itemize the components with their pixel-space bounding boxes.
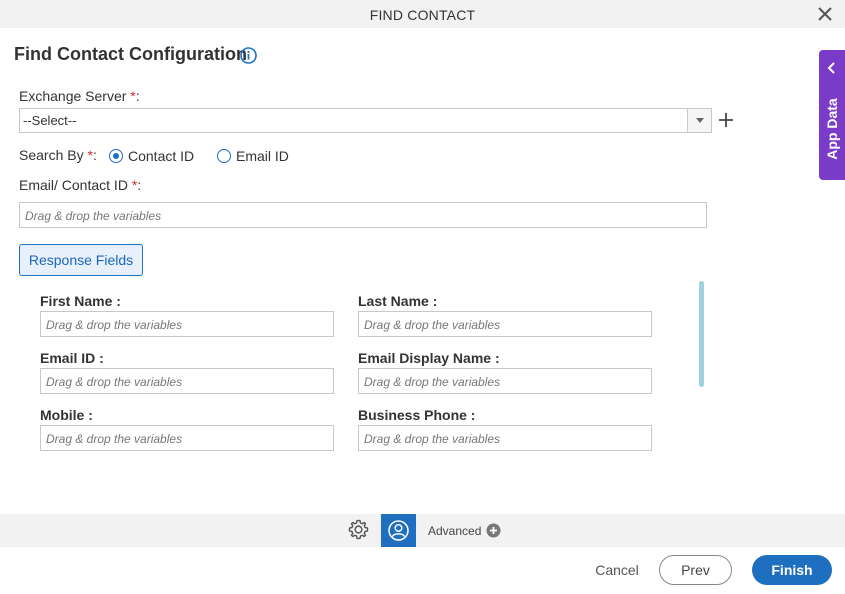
gear-icon[interactable] xyxy=(347,518,370,541)
first-name-field[interactable]: Drag & drop the variables xyxy=(40,311,334,337)
chevron-down-icon[interactable] xyxy=(687,109,711,132)
radio-contact-id[interactable]: Contact ID xyxy=(109,148,194,164)
radio-label: Email ID xyxy=(236,148,289,164)
app-data-label: App Data xyxy=(824,98,840,160)
response-fields-button[interactable]: Response Fields xyxy=(19,244,143,276)
mobile-label: Mobile : xyxy=(40,407,93,423)
exchange-server-select[interactable]: --Select-- xyxy=(19,108,712,133)
mobile-field[interactable]: Drag & drop the variables xyxy=(40,425,334,451)
exchange-server-value: --Select-- xyxy=(23,113,77,128)
last-name-field[interactable]: Drag & drop the variables xyxy=(358,311,652,337)
email-display-name-field[interactable]: Drag & drop the variables xyxy=(358,368,652,394)
plus-circle-icon[interactable] xyxy=(486,523,501,538)
window-title: FIND CONTACT xyxy=(369,7,476,23)
radio-circle[interactable] xyxy=(109,149,123,163)
email-contact-id-field[interactable]: Drag & drop the variables xyxy=(19,202,707,228)
prev-button[interactable]: Prev xyxy=(659,555,732,585)
exchange-server-label: Exchange Server *: xyxy=(19,88,140,104)
bottom-toolbar xyxy=(0,514,845,547)
business-phone-field[interactable]: Drag & drop the variables xyxy=(358,425,652,451)
first-name-label: First Name : xyxy=(40,293,121,309)
user-icon xyxy=(388,520,409,541)
info-icon[interactable] xyxy=(240,47,257,64)
user-settings-button[interactable] xyxy=(381,514,416,547)
title-bar: FIND CONTACT xyxy=(0,0,845,28)
email-id-label: Email ID : xyxy=(40,350,104,366)
finish-button[interactable]: Finish xyxy=(752,555,832,585)
chevron-left-icon xyxy=(827,62,835,74)
email-display-name-label: Email Display Name : xyxy=(358,350,500,366)
email-id-field[interactable]: Drag & drop the variables xyxy=(40,368,334,394)
advanced-label[interactable]: Advanced xyxy=(428,524,481,538)
cancel-button[interactable]: Cancel xyxy=(587,562,647,578)
radio-circle[interactable] xyxy=(217,149,231,163)
radio-label: Contact ID xyxy=(128,148,195,164)
close-icon[interactable] xyxy=(817,6,833,22)
app-data-tab[interactable]: App Data xyxy=(819,50,845,180)
email-contact-id-label: Email/ Contact ID *: xyxy=(19,177,142,193)
page-title: Find Contact Configuration xyxy=(14,44,247,64)
plus-icon[interactable] xyxy=(717,111,735,129)
last-name-label: Last Name : xyxy=(358,293,438,309)
scrollbar[interactable] xyxy=(699,281,704,387)
search-by-label: Search By *: xyxy=(19,147,97,163)
radio-email-id[interactable]: Email ID xyxy=(217,148,289,164)
business-phone-label: Business Phone : xyxy=(358,407,476,423)
